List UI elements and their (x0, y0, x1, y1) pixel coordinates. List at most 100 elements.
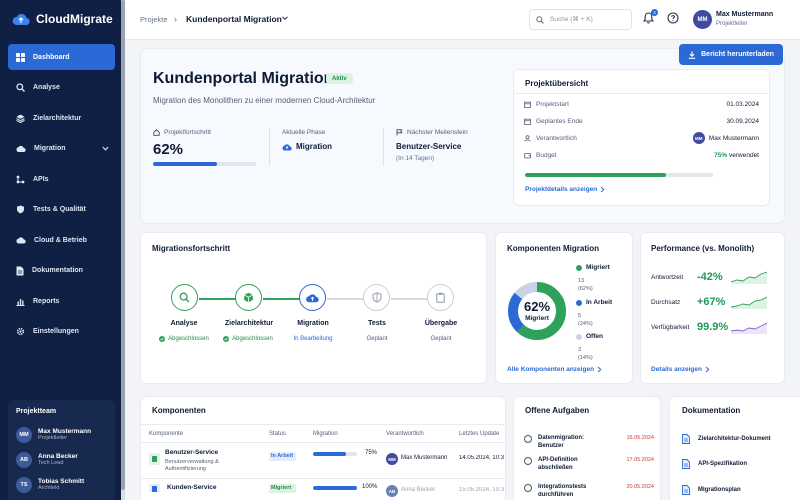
components-table-card: Komponenten Komponente Status Migration … (140, 396, 506, 500)
column-header[interactable]: Letztes Update (459, 431, 499, 437)
step-migration[interactable] (299, 284, 326, 311)
overview-row-end: Geplantes Ende 30.09.2024 (524, 112, 759, 130)
component-icon (149, 484, 160, 492)
step-connector (391, 298, 428, 300)
sidebar-item-analyse[interactable]: Analyse (8, 75, 115, 101)
search-input[interactable] (550, 16, 630, 23)
member-name: Anna Becker (38, 453, 78, 460)
search-box[interactable] (529, 9, 632, 30)
project-details-link[interactable]: Projektdetails anzeigen (525, 186, 605, 193)
migration-progress-card: Migrationsfortschritt Analyse Zielarchit… (140, 232, 487, 384)
milestone-due: (In 14 Tagen) (396, 155, 435, 162)
sidebar-scrollbar[interactable] (121, 0, 125, 500)
breadcrumb-separator: › (174, 14, 177, 24)
avatar: AB (16, 451, 32, 468)
cloud-upload-icon (16, 145, 26, 153)
scrollbar-thumb[interactable] (121, 0, 125, 490)
avatar: TS (16, 476, 32, 493)
team-member[interactable]: TS Tobias Schmitt Architekt (16, 473, 107, 496)
column-header[interactable]: Status (269, 431, 286, 437)
sidebar-item-cloud-betrieb[interactable]: Cloud & Betrieb (8, 227, 115, 253)
task-item[interactable]: Integrationstests durchführen 20.05.2024 (524, 483, 654, 499)
step-analyse[interactable] (171, 284, 198, 311)
calendar-icon (524, 101, 531, 108)
divider (383, 128, 384, 166)
sidebar-item-label: Analyse (33, 84, 60, 91)
overview-row-value: 30.09.2024 (726, 117, 759, 125)
legend-values: 13 (62%) (578, 277, 593, 293)
user-avatar[interactable]: MM (693, 10, 712, 29)
sidebar-item-tests[interactable]: Tests & Qualität (8, 197, 115, 223)
brand[interactable]: CloudMigrate (12, 12, 113, 26)
help-icon[interactable] (667, 12, 679, 24)
step-tests[interactable] (363, 284, 390, 311)
doc-item[interactable]: Migrationsplan (682, 485, 741, 495)
status-badge: Aktiv (326, 73, 353, 84)
perf-details-link[interactable]: Details anzeigen (651, 366, 710, 373)
component-name: Benutzer-Service (165, 449, 219, 456)
perf-value: 99.9% (697, 321, 729, 333)
sidebar-item-zielarchitektur[interactable]: Zielarchitektur (8, 105, 115, 131)
overview-row-label: Budget (536, 151, 557, 159)
sparkline-icon (731, 322, 767, 334)
legend-count: 13 (578, 278, 585, 284)
table-row[interactable]: Kunden-Service Migriert 100% AB Anna Bec… (141, 479, 505, 497)
sidebar-item-label: Dokumentation (32, 267, 83, 274)
team-member[interactable]: MM Max Mustermann Projektleiter (16, 423, 107, 446)
component-name: Kunden-Service (167, 484, 217, 491)
download-report-label: Bericht herunterladen (701, 51, 774, 58)
overview-row-label: Verantwortlich (536, 134, 577, 142)
download-report-button[interactable]: Bericht herunterladen (679, 44, 783, 65)
sidebar-item-migration[interactable]: Migration (8, 136, 115, 162)
components-migration-card: Komponenten Migration 62% Migriert Migri… (495, 232, 633, 384)
phase-label: Aktuelle Phase (282, 129, 326, 136)
open-tasks-card: Offene Aufgaben Datenmigration: Benutzer… (513, 396, 661, 500)
task-checkbox[interactable] (524, 457, 532, 465)
step-uebergabe[interactable] (427, 284, 454, 311)
overview-row-start: Projektstart 01.03.2024 (524, 95, 759, 113)
perf-row-antwortzeit: Antwortzeit -42% (651, 267, 776, 287)
all-components-link[interactable]: Alle Komponenten anzeigen (507, 366, 602, 373)
budget-bar-fill (525, 173, 666, 177)
search-icon (536, 15, 544, 24)
sidebar-item-apis[interactable]: APIs (8, 166, 115, 192)
overview-row-budget: Budget 75% verwendet (524, 146, 759, 164)
page-subtitle: Migration des Monolithen zu einer modern… (153, 96, 376, 105)
perf-label: Antwortzeit (651, 273, 684, 281)
avatar: AB (386, 485, 398, 497)
legend-label: Migriert (586, 264, 610, 271)
team-member[interactable]: AB Anna Becker Tech Lead (16, 448, 107, 471)
project-overview-card: Projektübersicht Projektstart 01.03.2024… (513, 69, 770, 206)
sidebar-item-dashboard[interactable]: Dashboard (8, 44, 115, 70)
legend-values: 5 (24%) (578, 312, 593, 328)
breadcrumb-root[interactable]: Projekte (140, 15, 168, 24)
step-name: Übergabe (424, 320, 458, 327)
member-role: Tech Lead (38, 460, 64, 466)
sidebar-item-reports[interactable]: Reports (8, 288, 115, 314)
milestone-label: Nächster Meilenstein (396, 129, 468, 136)
legend-dot (576, 299, 582, 306)
sidebar-item-einstellungen[interactable]: Einstellungen (8, 319, 115, 345)
sidebar-item-label: Tests & Qualität (33, 206, 86, 213)
progress-stat-label: Projektfortschritt (153, 129, 211, 136)
user-name[interactable]: Max Mustermann (716, 11, 773, 18)
step-zielarchitektur[interactable] (235, 284, 262, 311)
step-name: Zielarchitektur (224, 320, 274, 327)
cube-icon (244, 292, 253, 303)
task-checkbox[interactable] (524, 484, 532, 492)
docs-title: Dokumentation (682, 406, 741, 415)
task-checkbox[interactable] (524, 435, 532, 443)
table-row[interactable]: Benutzer-Service Benutzerverwaltung & Au… (141, 443, 505, 478)
check-circle-icon (223, 336, 230, 342)
task-item[interactable]: API-Definition abschließen 17.05.2024 (524, 456, 654, 472)
column-header[interactable]: Komponente (149, 431, 183, 437)
doc-item[interactable]: Zielarchitektur-Dokument (682, 434, 771, 444)
column-header[interactable]: Migration (313, 431, 338, 437)
task-item[interactable]: Datenmigration: Benutzer 16.05.2024 (524, 434, 654, 450)
column-header[interactable]: Verantwortlich (386, 431, 424, 437)
doc-item[interactable]: API-Spezifikation (682, 459, 747, 469)
sidebar-item-dokumentation[interactable]: Dokumentation (8, 258, 115, 284)
project-switcher-chevron-icon[interactable] (281, 14, 289, 22)
sidebar-item-label: APIs (33, 175, 49, 183)
overview-row-value: 01.03.2024 (726, 100, 759, 108)
